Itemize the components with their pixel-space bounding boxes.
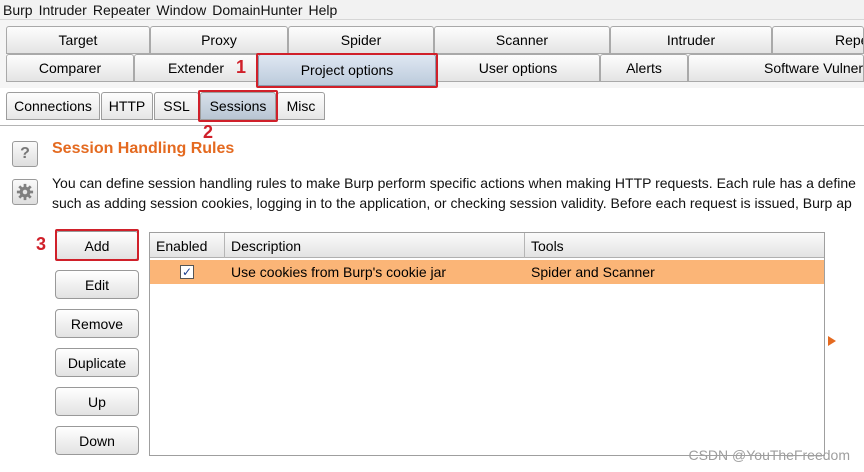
menu-window[interactable]: Window xyxy=(156,2,206,18)
tab-repeater[interactable]: Repe xyxy=(772,26,864,54)
sub-tabs: Connections HTTP SSL Sessions Misc xyxy=(0,88,864,126)
add-button[interactable]: Add xyxy=(55,231,139,260)
subtab-misc[interactable]: Misc xyxy=(277,92,325,120)
menu-repeater[interactable]: Repeater xyxy=(93,2,151,18)
row-enabled-cell: ✓ xyxy=(174,260,214,284)
column-tools[interactable]: Tools xyxy=(525,233,824,258)
tab-user-options[interactable]: User options xyxy=(436,54,600,82)
table-header: Enabled Description Tools xyxy=(150,233,824,258)
gear-glyph xyxy=(16,183,34,201)
menu-domainhunter[interactable]: DomainHunter xyxy=(212,2,302,18)
column-enabled[interactable]: Enabled xyxy=(150,233,225,258)
expand-arrow-icon[interactable] xyxy=(828,336,836,346)
down-button[interactable]: Down xyxy=(55,426,139,455)
menu-bar: Burp Intruder Repeater Window DomainHunt… xyxy=(0,0,864,20)
tab-alerts[interactable]: Alerts xyxy=(600,54,688,82)
menu-burp[interactable]: Burp xyxy=(3,2,33,18)
annotation-1: 1 xyxy=(236,57,247,77)
tab-spider[interactable]: Spider xyxy=(288,26,434,54)
tab-target[interactable]: Target xyxy=(6,26,150,54)
row-description: Use cookies from Burp's cookie jar xyxy=(231,264,447,280)
up-button[interactable]: Up xyxy=(55,387,139,416)
duplicate-button[interactable]: Duplicate xyxy=(55,348,139,377)
menu-help[interactable]: Help xyxy=(308,2,337,18)
subtab-ssl[interactable]: SSL xyxy=(154,92,199,120)
tab-project-options[interactable]: Project options xyxy=(258,54,436,86)
annotation-3: 3 xyxy=(36,234,47,254)
help-icon[interactable]: ? xyxy=(12,141,38,167)
section-title: Session Handling Rules xyxy=(52,140,235,157)
main-tabs: Target Proxy Spider Scanner Intruder Rep… xyxy=(0,20,864,88)
rules-table: Enabled Description Tools ✓ Use cookies … xyxy=(149,232,825,456)
subtab-connections[interactable]: Connections xyxy=(6,92,100,120)
tab-comparer[interactable]: Comparer xyxy=(6,54,134,82)
table-row[interactable]: ✓ Use cookies from Burp's cookie jar Spi… xyxy=(150,260,824,284)
tab-proxy[interactable]: Proxy xyxy=(150,26,288,54)
enabled-checkbox[interactable]: ✓ xyxy=(180,265,194,279)
tab-intruder[interactable]: Intruder xyxy=(610,26,772,54)
column-description[interactable]: Description xyxy=(225,233,525,258)
tab-software-vulnerability[interactable]: Software Vulnera xyxy=(688,54,864,82)
tab-scanner[interactable]: Scanner xyxy=(434,26,610,54)
edit-button[interactable]: Edit xyxy=(55,270,139,299)
subtab-http[interactable]: HTTP xyxy=(101,92,153,120)
subtab-sessions[interactable]: Sessions xyxy=(200,92,276,120)
watermark: CSDN @YouTheFreedom xyxy=(688,447,850,463)
row-tools: Spider and Scanner xyxy=(531,264,655,280)
remove-button[interactable]: Remove xyxy=(55,309,139,338)
section-description-line1: You can define session handling rules to… xyxy=(52,175,856,191)
menu-intruder[interactable]: Intruder xyxy=(39,2,87,18)
gear-icon[interactable] xyxy=(12,179,38,205)
section-description-line2: such as adding session cookies, logging … xyxy=(52,195,852,211)
